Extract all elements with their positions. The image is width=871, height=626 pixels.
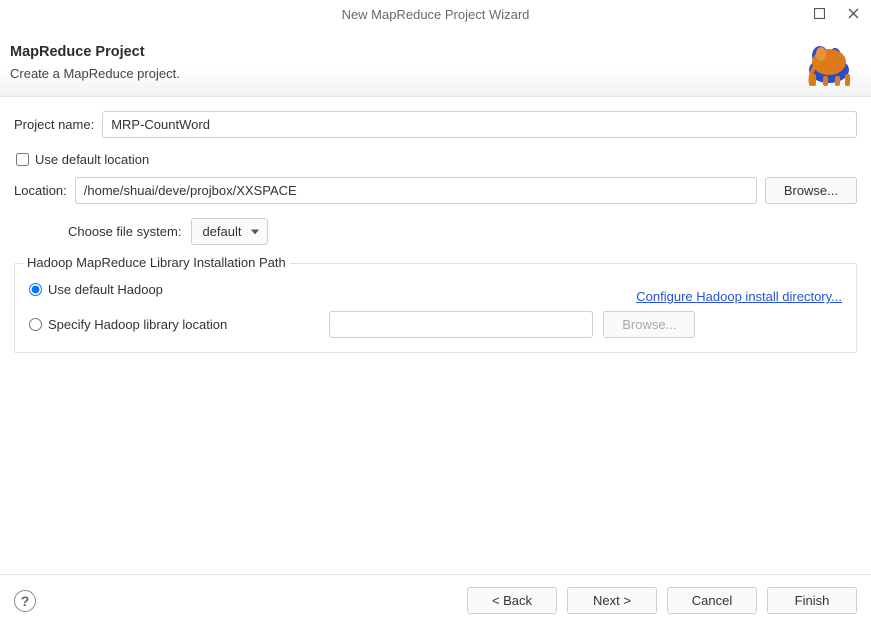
back-button[interactable]: < Back	[467, 587, 557, 614]
use-default-hadoop-row: Use default Hadoop Configure Hadoop inst…	[29, 282, 842, 311]
browse-hadoop-button[interactable]: Browse...	[603, 311, 695, 338]
file-system-dropdown[interactable]: default	[191, 218, 268, 245]
use-default-location-label: Use default location	[35, 152, 149, 167]
specify-hadoop-radio[interactable]	[29, 318, 42, 331]
wizard-header: MapReduce Project Create a MapReduce pro…	[0, 28, 871, 97]
specify-hadoop-label: Specify Hadoop library location	[48, 317, 227, 332]
next-button[interactable]: Next >	[567, 587, 657, 614]
wizard-footer: ? < Back Next > Cancel Finish	[0, 574, 871, 626]
browse-location-button[interactable]: Browse...	[765, 177, 857, 204]
file-system-value: default	[202, 224, 241, 239]
hadoop-library-group: Hadoop MapReduce Library Installation Pa…	[14, 263, 857, 353]
finish-button[interactable]: Finish	[767, 587, 857, 614]
hadoop-group-title: Hadoop MapReduce Library Installation Pa…	[23, 255, 290, 270]
chevron-down-icon	[251, 229, 259, 234]
window-controls	[807, 2, 865, 24]
wizard-icon	[805, 36, 857, 88]
footer-buttons: < Back Next > Cancel Finish	[467, 587, 857, 614]
location-label: Location:	[14, 183, 67, 198]
location-input[interactable]	[75, 177, 757, 204]
cancel-button[interactable]: Cancel	[667, 587, 757, 614]
close-icon[interactable]	[841, 2, 865, 24]
file-system-row: Choose file system: default	[68, 218, 857, 245]
project-name-input[interactable]	[102, 111, 857, 138]
use-default-location-checkbox[interactable]	[16, 153, 29, 166]
help-icon[interactable]: ?	[14, 590, 36, 612]
use-default-location-row: Use default location	[16, 152, 857, 167]
wizard-content: Project name: Use default location Locat…	[0, 97, 871, 574]
location-row: Location: Browse...	[14, 177, 857, 204]
file-system-label: Choose file system:	[68, 224, 181, 239]
title-bar: New MapReduce Project Wizard	[0, 0, 871, 28]
configure-hadoop-link[interactable]: Configure Hadoop install directory...	[636, 289, 842, 304]
specify-hadoop-row: Specify Hadoop library location Browse..…	[29, 311, 842, 338]
use-default-hadoop-radio[interactable]	[29, 283, 42, 296]
wizard-subtitle: Create a MapReduce project.	[10, 66, 180, 81]
project-name-label: Project name:	[14, 117, 94, 132]
window-title: New MapReduce Project Wizard	[342, 7, 530, 22]
maximize-icon[interactable]	[807, 2, 831, 24]
use-default-hadoop-label: Use default Hadoop	[48, 282, 163, 297]
wizard-heading: MapReduce Project	[10, 44, 180, 60]
project-name-row: Project name:	[14, 111, 857, 138]
specify-hadoop-input[interactable]	[329, 311, 593, 338]
